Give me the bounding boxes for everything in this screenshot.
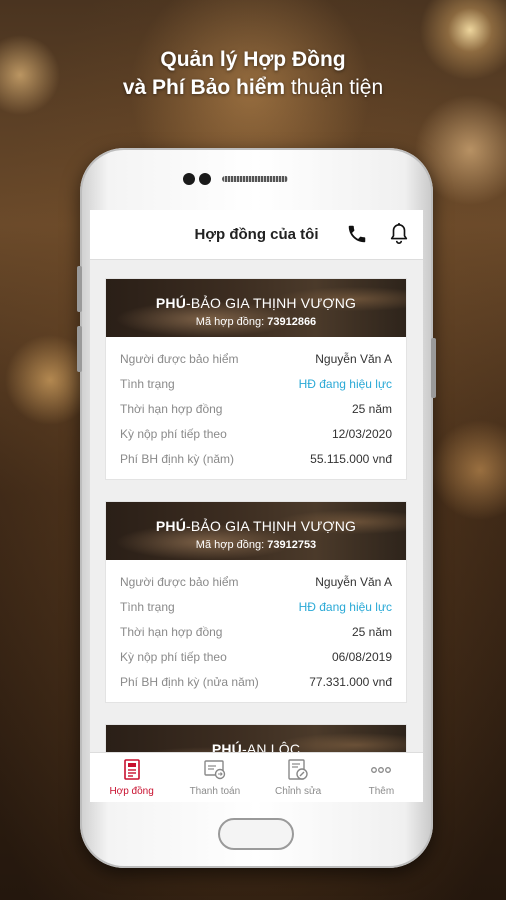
- edit-icon: [288, 759, 308, 780]
- home-button[interactable]: [218, 818, 294, 850]
- detail-label: Phí BH định kỳ (nửa năm): [120, 674, 259, 689]
- contract-card-header: PHÚ-BẢO GIA THỊNH VƯỢNG Mã hợp đồng: 739…: [106, 279, 406, 337]
- detail-label: Phí BH định kỳ (năm): [120, 451, 235, 466]
- headline-line-2: và Phí Bảo hiểm thuận tiện: [0, 74, 506, 102]
- nav-item-contracts[interactable]: Hợp đồng: [90, 753, 173, 802]
- detail-label: Tình trạng: [120, 599, 175, 614]
- plan-name-rest: -BẢO GIA THỊNH VƯỢNG: [186, 295, 357, 311]
- detail-row: Phí BH định kỳ (nửa năm) 77.331.000 vnđ: [120, 669, 392, 694]
- nav-item-edit[interactable]: Chỉnh sửa: [257, 753, 340, 802]
- contract-number: Mã hợp đồng: 73912753: [106, 539, 406, 551]
- headline-line-2-light: thuận tiện: [285, 76, 384, 99]
- phone-call-icon[interactable]: [346, 223, 368, 245]
- plan-name-rest: -AN LỘC: [241, 741, 301, 752]
- headline-line-2-bold: và Phí Bảo hiểm: [122, 76, 286, 99]
- detail-label: Thời hạn hợp đồng: [120, 624, 223, 639]
- detail-value: 77.331.000 vnđ: [309, 674, 392, 689]
- app-header: Hợp đồng của tôi: [90, 210, 423, 260]
- contract-card[interactable]: PHÚ-AN LỘC: [105, 724, 407, 752]
- contract-card-header: PHÚ-BẢO GIA THỊNH VƯỢNG Mã hợp đồng: 739…: [106, 502, 406, 560]
- plan-name-rest: -BẢO GIA THỊNH VƯỢNG: [186, 518, 357, 534]
- contract-card-header: PHÚ-AN LỘC: [106, 725, 406, 752]
- promo-headline: Quản lý Hợp Đồng và Phí Bảo hiểm thuận t…: [0, 46, 506, 102]
- detail-value: 25 năm: [351, 401, 392, 416]
- detail-label: Thời hạn hợp đồng: [120, 401, 223, 416]
- contract-number-value: 73912753: [267, 539, 317, 551]
- detail-row: Kỳ nộp phí tiếp theo 06/08/2019: [120, 644, 392, 669]
- headline-line-1: Quản lý Hợp Đồng: [160, 48, 346, 71]
- detail-row: Phí BH định kỳ (năm) 55.115.000 vnđ: [120, 446, 392, 471]
- contract-details: Người được bảo hiểm Nguyễn Văn A Tình trạ…: [106, 560, 406, 702]
- contract-number: Mã hợp đồng: 73912866: [106, 316, 406, 328]
- nav-item-payment[interactable]: Thanh toán: [173, 753, 256, 802]
- bottom-navigation: Hợp đồng Thanh toán Chỉnh sửa Thêm: [90, 752, 423, 802]
- contract-card[interactable]: PHÚ-BẢO GIA THỊNH VƯỢNG Mã hợp đồng: 739…: [105, 278, 407, 480]
- detail-value: Nguyễn Văn A: [315, 351, 392, 366]
- payment-icon: [204, 760, 226, 780]
- page-title: Hợp đồng của tôi: [194, 226, 319, 243]
- front-sensor: [199, 173, 211, 185]
- contract-card[interactable]: PHÚ-BẢO GIA THỊNH VƯỢNG Mã hợp đồng: 739…: [105, 501, 407, 703]
- app-screen: Hợp đồng của tôi PHÚ-BẢO GIA THỊNH VƯỢNG…: [90, 210, 423, 802]
- detail-value: 55.115.000 vnđ: [310, 451, 392, 466]
- volume-button: [77, 266, 82, 312]
- detail-value: Nguyễn Văn A: [315, 574, 392, 589]
- detail-value: 06/08/2019: [331, 649, 392, 664]
- detail-value: 12/03/2020: [331, 426, 392, 441]
- power-button: [431, 338, 436, 398]
- plan-name-bold: PHÚ: [211, 741, 242, 752]
- contract-number-value: 73912866: [267, 316, 317, 328]
- plan-name: PHÚ-BẢO GIA THỊNH VƯỢNG: [106, 518, 406, 534]
- detail-label: Tình trạng: [120, 376, 175, 391]
- detail-row: Người được bảo hiểm Nguyễn Văn A: [120, 569, 392, 594]
- phone-frame: Hợp đồng của tôi PHÚ-BẢO GIA THỊNH VƯỢNG…: [77, 148, 436, 868]
- plan-name-bold: PHÚ: [155, 295, 187, 311]
- detail-row: Tình trạng HĐ đang hiệu lực: [120, 371, 392, 396]
- plan-name: PHÚ-BẢO GIA THỊNH VƯỢNG: [106, 295, 406, 311]
- detail-label: Người được bảo hiểm: [120, 574, 239, 589]
- detail-row: Thời hạn hợp đồng 25 năm: [120, 619, 392, 644]
- detail-label: Kỳ nộp phí tiếp theo: [120, 426, 227, 441]
- detail-row: Kỳ nộp phí tiếp theo 12/03/2020: [120, 421, 392, 446]
- plan-name-bold: PHÚ: [155, 518, 187, 534]
- detail-label: Kỳ nộp phí tiếp theo: [120, 649, 227, 664]
- more-icon: [371, 767, 392, 773]
- detail-value: 25 năm: [351, 624, 392, 639]
- contract-list[interactable]: PHÚ-BẢO GIA THỊNH VƯỢNG Mã hợp đồng: 739…: [90, 260, 423, 752]
- front-camera: [183, 173, 195, 185]
- status-value: HĐ đang hiệu lực: [298, 599, 392, 614]
- status-value: HĐ đang hiệu lực: [298, 376, 392, 391]
- nav-label: Hợp đồng: [109, 786, 154, 797]
- volume-button-2: [77, 326, 82, 372]
- contract-details: Người được bảo hiểm Nguyễn Văn A Tình trạ…: [106, 337, 406, 479]
- detail-row: Thời hạn hợp đồng 25 năm: [120, 396, 392, 421]
- earpiece-speaker: [222, 176, 288, 182]
- nav-label: Thêm: [368, 786, 395, 797]
- detail-row: Người được bảo hiểm Nguyễn Văn A: [120, 346, 392, 371]
- contract-number-label: Mã hợp đồng:: [195, 539, 268, 551]
- plan-name: PHÚ-AN LỘC: [106, 741, 406, 752]
- notification-bell-icon[interactable]: [388, 222, 410, 246]
- nav-item-more[interactable]: Thêm: [340, 753, 423, 802]
- contract-number-label: Mã hợp đồng:: [195, 316, 268, 328]
- detail-row: Tình trạng HĐ đang hiệu lực: [120, 594, 392, 619]
- nav-label: Thanh toán: [189, 786, 241, 797]
- nav-label: Chỉnh sửa: [275, 786, 322, 797]
- contract-icon: [123, 759, 140, 780]
- detail-label: Người được bảo hiểm: [120, 351, 239, 366]
